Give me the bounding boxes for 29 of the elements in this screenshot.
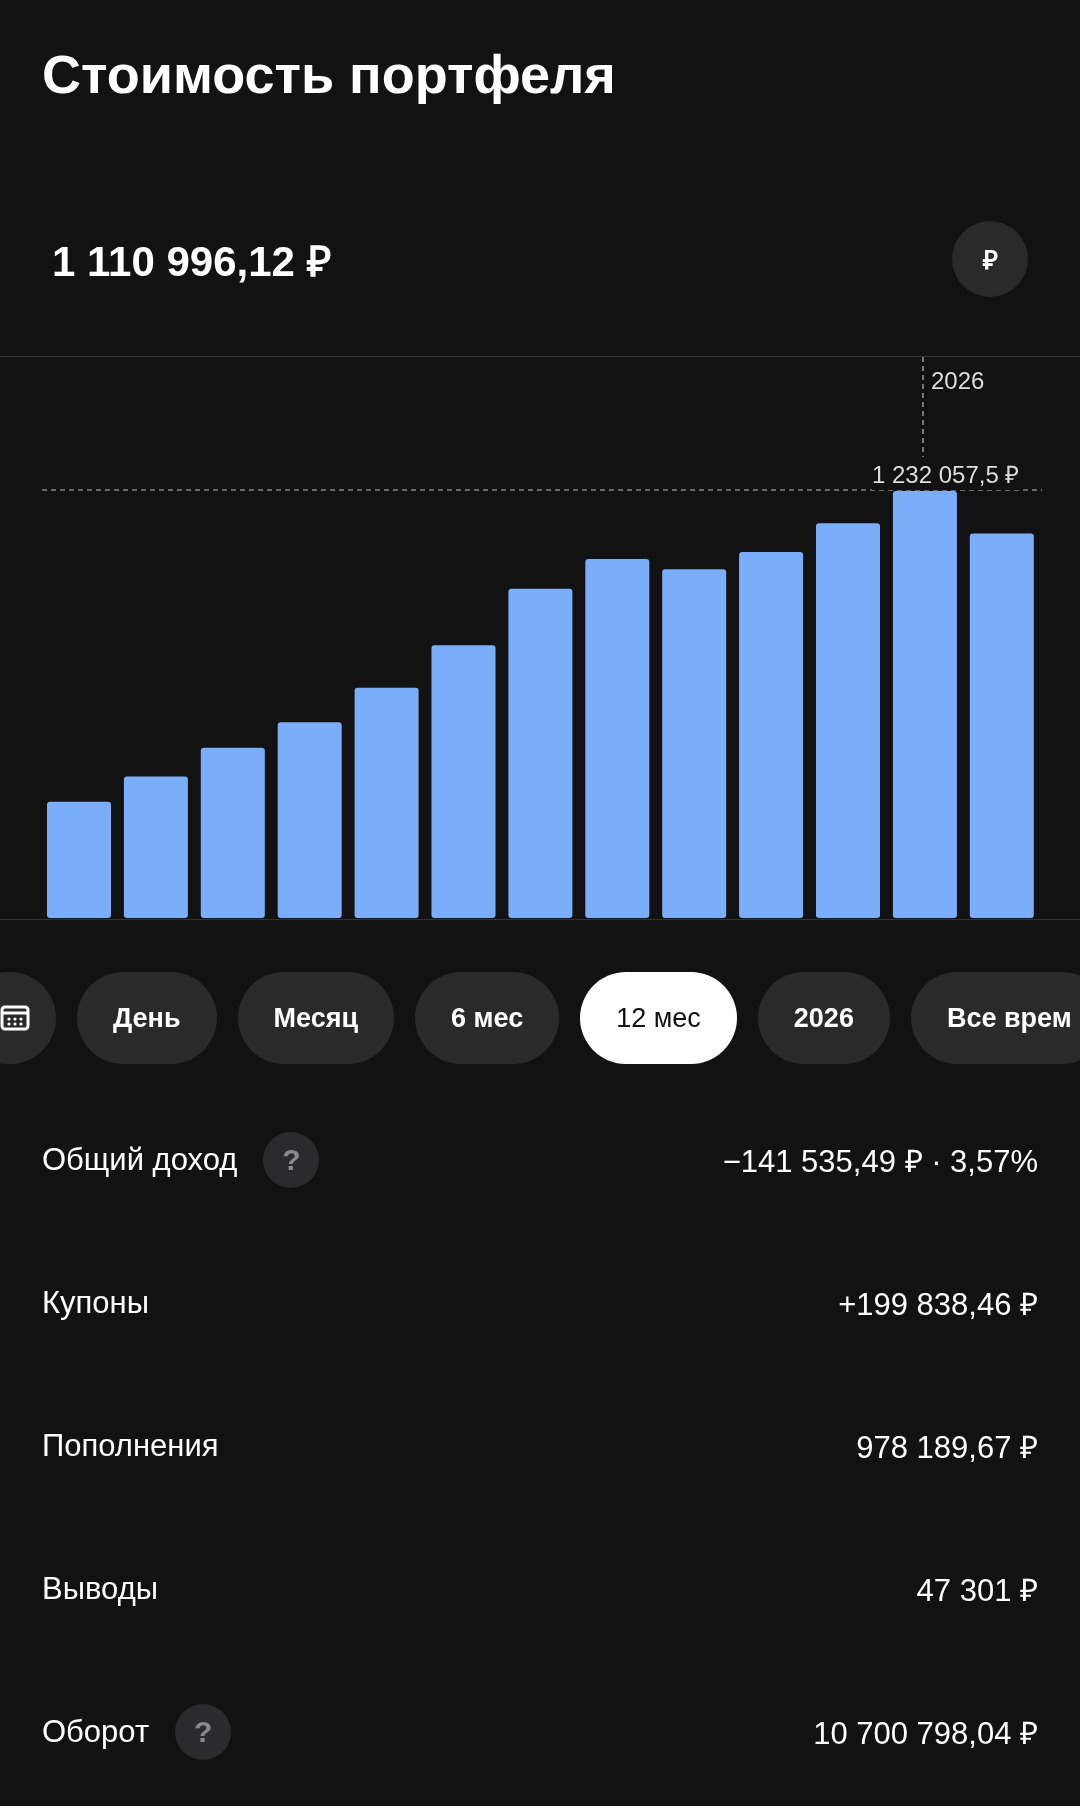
stat-label: Пополнения: [42, 1427, 219, 1464]
stat-label: Купоны: [42, 1284, 149, 1321]
stat-value: 978 189,67 ₽: [856, 1428, 1038, 1467]
marker-label: 2026: [931, 367, 985, 395]
period-tab[interactable]: 12 мес: [580, 972, 737, 1064]
portfolio-value: 1 110 996,12 ₽: [52, 236, 331, 287]
period-tab[interactable]: Все врем: [910, 972, 1080, 1064]
stat-label: Оборот: [42, 1713, 150, 1750]
chart-bar[interactable]: [508, 588, 573, 918]
chart-bar[interactable]: [354, 687, 419, 918]
currency-button[interactable]: ₽: [952, 221, 1028, 297]
period-tab[interactable]: День: [77, 972, 217, 1064]
stat-value: 47 301 ₽: [916, 1571, 1038, 1610]
period-tab[interactable]: 6 мес: [415, 972, 560, 1064]
period-tab[interactable]: 2026: [757, 972, 890, 1064]
chart-bar[interactable]: [123, 776, 188, 918]
stat-label: Общий доход: [42, 1141, 238, 1178]
page-title: Стоимость портфеля: [41, 43, 617, 106]
chart-bar[interactable]: [431, 645, 496, 918]
stat-value: 10 700 798,04 ₽: [813, 1714, 1038, 1753]
period-tab[interactable]: Месяц: [237, 972, 395, 1064]
calendar-icon: [0, 1005, 30, 1031]
chart-bar[interactable]: [200, 747, 265, 918]
help-button[interactable]: ?: [263, 1131, 320, 1188]
max-value-label: 1 232 057,5 ₽: [872, 457, 1020, 490]
stat-label: Выводы: [42, 1570, 158, 1607]
stat-value: −141 535,49 ₽ · 3,57%: [722, 1142, 1038, 1181]
stat-value: +199 838,46 ₽: [838, 1285, 1038, 1324]
help-button[interactable]: ?: [175, 1703, 232, 1760]
